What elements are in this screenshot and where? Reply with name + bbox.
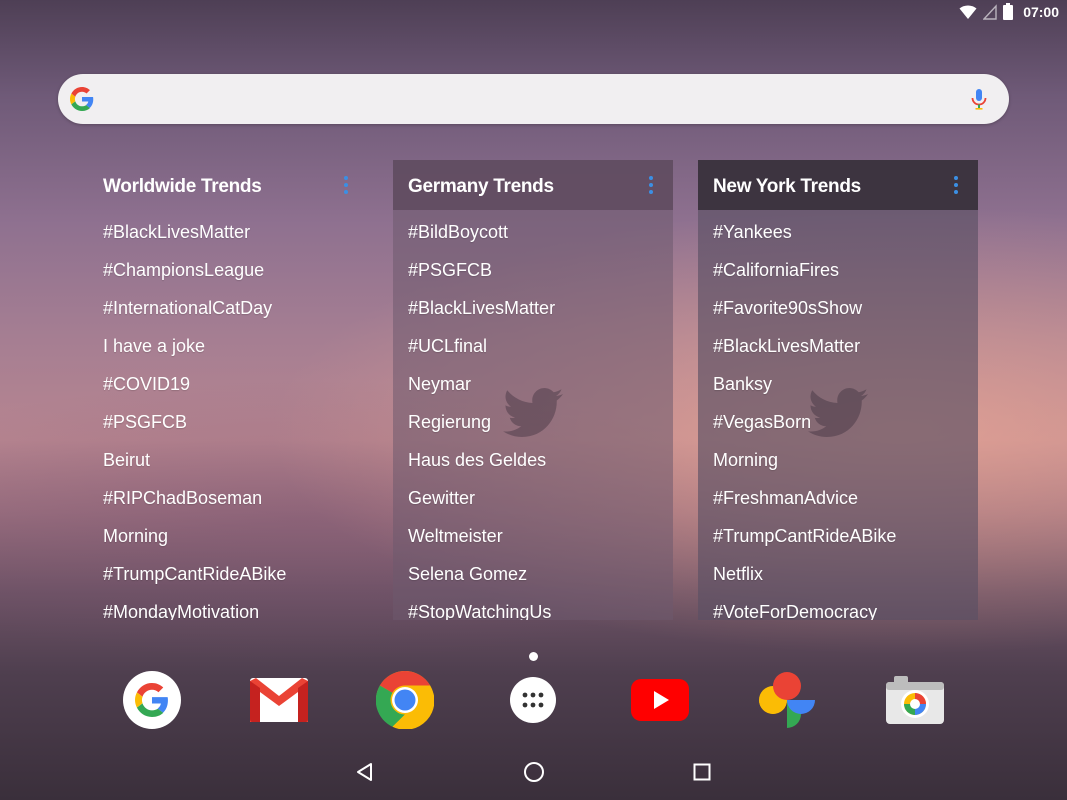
- google-icon: [123, 671, 181, 729]
- google-g-icon: [70, 87, 94, 111]
- microphone-icon[interactable]: [967, 87, 991, 111]
- trend-item[interactable]: #Yankees: [713, 222, 896, 260]
- trend-item[interactable]: #TrumpCantRideABike: [103, 564, 286, 602]
- trend-item[interactable]: #TrumpCantRideABike: [713, 526, 896, 564]
- google-search-bar[interactable]: [58, 74, 1009, 124]
- trend-item[interactable]: Morning: [713, 450, 896, 488]
- recents-button[interactable]: [688, 758, 716, 786]
- youtube-icon: [631, 679, 689, 721]
- trend-item[interactable]: Morning: [103, 526, 286, 564]
- status-bar: 07:00: [0, 0, 1067, 26]
- trend-item[interactable]: Banksy: [713, 374, 896, 412]
- dock-chrome-app[interactable]: [376, 671, 434, 729]
- trend-item[interactable]: #VoteForDemocracy: [713, 602, 896, 620]
- battery-icon: [1003, 3, 1014, 20]
- trend-item[interactable]: Netflix: [713, 564, 896, 602]
- trend-item[interactable]: #PSGFCB: [408, 260, 555, 298]
- germany-trends-widget[interactable]: Germany Trends #BildBoycott #PSGFCB #Bla…: [393, 160, 673, 620]
- cellular-signal-icon: [983, 3, 997, 20]
- dock-youtube-app[interactable]: [631, 671, 689, 729]
- page-indicator-dot: [529, 652, 538, 661]
- trend-item[interactable]: Neymar: [408, 374, 555, 412]
- trend-item[interactable]: #PSGFCB: [103, 412, 286, 450]
- widget-header: Worldwide Trends: [88, 160, 368, 210]
- trend-item[interactable]: Selena Gomez: [408, 564, 555, 602]
- widget-title: New York Trends: [713, 176, 861, 197]
- recents-square-icon: [693, 763, 711, 781]
- more-options-icon[interactable]: [649, 176, 655, 194]
- home-button[interactable]: [520, 758, 548, 786]
- widget-header: Germany Trends: [393, 160, 673, 210]
- dock-google-app[interactable]: [123, 671, 181, 729]
- back-button[interactable]: [351, 758, 379, 786]
- camera-icon: [886, 676, 944, 724]
- status-icons: 07:00: [959, 3, 1059, 20]
- app-drawer-icon: [510, 677, 556, 723]
- widget-title: Germany Trends: [408, 176, 554, 197]
- wifi-icon: [959, 5, 977, 19]
- new-york-trends-widget[interactable]: New York Trends #Yankees #CaliforniaFire…: [698, 160, 978, 620]
- trend-item[interactable]: #StopWatchingUs: [408, 602, 555, 620]
- navigation-bar: [0, 744, 1067, 800]
- trend-item[interactable]: Beirut: [103, 450, 286, 488]
- more-options-icon[interactable]: [954, 176, 960, 194]
- trend-item[interactable]: #BlackLivesMatter: [408, 298, 555, 336]
- trend-item[interactable]: #VegasBorn: [713, 412, 896, 450]
- trend-list: #BlackLivesMatter #ChampionsLeague #Inte…: [103, 222, 286, 620]
- trend-item[interactable]: #BildBoycott: [408, 222, 555, 260]
- trend-list: #BildBoycott #PSGFCB #BlackLivesMatter #…: [408, 222, 555, 620]
- trend-item[interactable]: #COVID19: [103, 374, 286, 412]
- dock-camera-app[interactable]: [886, 671, 944, 729]
- home-circle-icon: [524, 762, 544, 782]
- back-triangle-icon: [357, 763, 372, 781]
- status-time: 07:00: [1023, 3, 1059, 20]
- trend-list: #Yankees #CaliforniaFires #Favorite90sSh…: [713, 222, 896, 620]
- trend-item[interactable]: #InternationalCatDay: [103, 298, 286, 336]
- trend-item[interactable]: #RIPChadBoseman: [103, 488, 286, 526]
- photos-icon: [759, 672, 815, 728]
- trend-item[interactable]: Gewitter: [408, 488, 555, 526]
- trend-item[interactable]: #ChampionsLeague: [103, 260, 286, 298]
- trend-item[interactable]: Haus des Geldes: [408, 450, 555, 488]
- trend-item[interactable]: Regierung: [408, 412, 555, 450]
- trend-item[interactable]: #BlackLivesMatter: [713, 336, 896, 374]
- trend-item[interactable]: #BlackLivesMatter: [103, 222, 286, 260]
- more-options-icon[interactable]: [344, 176, 350, 194]
- widget-title: Worldwide Trends: [103, 176, 262, 197]
- trend-item[interactable]: #Favorite90sShow: [713, 298, 896, 336]
- trend-item[interactable]: #UCLfinal: [408, 336, 555, 374]
- trend-item[interactable]: Weltmeister: [408, 526, 555, 564]
- worldwide-trends-widget[interactable]: Worldwide Trends #BlackLivesMatter #Cham…: [88, 160, 368, 620]
- trend-item[interactable]: #FreshmanAdvice: [713, 488, 896, 526]
- dock-app-drawer[interactable]: [504, 671, 562, 729]
- widget-header: New York Trends: [698, 160, 978, 210]
- dock-gmail-app[interactable]: [250, 671, 308, 729]
- chrome-icon: [376, 671, 434, 729]
- trend-item[interactable]: #CaliforniaFires: [713, 260, 896, 298]
- dock-photos-app[interactable]: [758, 671, 816, 729]
- trend-item[interactable]: I have a joke: [103, 336, 286, 374]
- gmail-icon: [250, 678, 308, 722]
- trend-item[interactable]: #MondayMotivation: [103, 602, 286, 620]
